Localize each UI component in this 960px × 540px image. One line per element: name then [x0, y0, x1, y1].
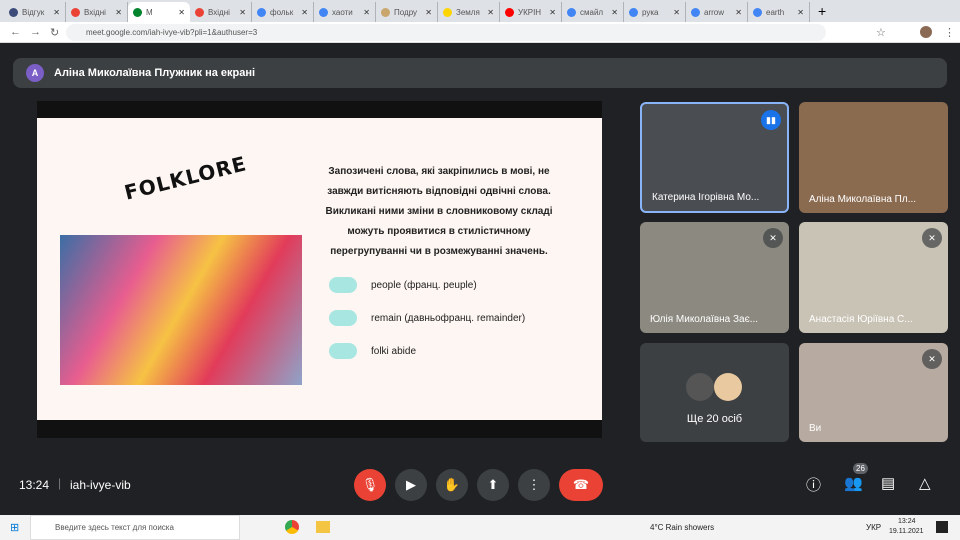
speaking-icon: ▮▮	[761, 110, 781, 130]
cloud-icon	[329, 343, 357, 359]
favicon-icon	[629, 7, 638, 17]
url-input[interactable]: meet.google.com/iah-ivye-vib?pli=1&authu…	[66, 24, 826, 41]
close-tab-icon[interactable]: ✕	[425, 8, 432, 17]
participant-count-badge: 26	[853, 463, 868, 474]
browser-tab[interactable]: смайл ✕	[562, 2, 624, 22]
browser-tab[interactable]: Земля ✕	[438, 2, 500, 22]
mic-off-icon: ✕	[922, 228, 942, 248]
tab-strip: Відгук ✕ Вхідні ✕ M ✕ Вхідні ✕ фольк ✕ хаоти ✕ Подру…	[0, 0, 960, 22]
people-icon[interactable]: 👥	[844, 474, 863, 492]
browser-tab[interactable]: УКРІН ✕	[500, 2, 562, 22]
favicon-icon	[505, 7, 514, 17]
cloud-icon	[329, 310, 357, 326]
info-icon[interactable]: ⓘ	[806, 474, 821, 495]
favicon-icon	[691, 7, 700, 17]
taskbar-search-input[interactable]: Введите здесь текст для поиска	[30, 515, 240, 540]
browser-tab[interactable]: arrow ✕	[686, 2, 748, 22]
profile-avatar[interactable]	[920, 26, 932, 38]
close-tab-icon[interactable]: ✕	[239, 8, 246, 17]
favicon-icon	[257, 7, 266, 17]
bullet: folki abide	[329, 343, 416, 359]
close-tab-icon[interactable]: ✕	[797, 8, 804, 17]
notifications-icon[interactable]	[936, 521, 948, 533]
close-tab-icon[interactable]: ✕	[549, 8, 556, 17]
bullet: people (франц. peuple)	[329, 277, 477, 293]
clock-date[interactable]: 19.11.2021	[889, 528, 924, 535]
self-tile[interactable]: ✕ Ви	[799, 343, 948, 442]
presentation-stage: FOLKLORE Запозичені слова, які закріпили…	[37, 101, 602, 438]
close-tab-icon[interactable]: ✕	[673, 8, 680, 17]
slide-paragraph: Запозичені слова, які закріпились в мові…	[325, 166, 553, 257]
language-indicator[interactable]: УКР	[866, 523, 881, 532]
faces-collage-image	[60, 235, 302, 385]
new-tab-button[interactable]: +	[810, 3, 834, 19]
participant-tile[interactable]: ▮▮ Катерина Ігорівна Мо...	[640, 102, 789, 213]
weather[interactable]: 4°C Rain showers	[650, 523, 714, 532]
camera-toggle-button[interactable]: ▶	[395, 469, 427, 501]
chat-icon[interactable]: ▤	[881, 474, 895, 492]
slide: FOLKLORE Запозичені слова, які закріпили…	[37, 118, 602, 420]
favicon-icon	[9, 7, 18, 17]
browser-tab[interactable]: Вхідні ✕	[66, 2, 128, 22]
activities-icon[interactable]: △	[919, 474, 931, 492]
forward-icon[interactable]: →	[30, 26, 41, 38]
mic-off-icon: ✕	[763, 228, 783, 248]
browser-tab[interactable]: Подру ✕	[376, 2, 438, 22]
close-tab-icon[interactable]: ✕	[487, 8, 494, 17]
presenter-banner: A Аліна Миколаївна Плужник на екрані	[13, 58, 947, 88]
avatar: A	[26, 64, 44, 82]
chrome-icon[interactable]	[285, 520, 299, 534]
menu-icon[interactable]: ⋮	[944, 26, 955, 39]
meet-controls: 13:24 | iah-ivye-vib 🎙 ▶ ✋ ⬆ ⋮ ☎ ⓘ 👥 26 …	[0, 460, 960, 510]
browser-tab[interactable]: рука ✕	[624, 2, 686, 22]
browser-tab[interactable]: Вхідні ✕	[190, 2, 252, 22]
browser-tab[interactable]: хаоти ✕	[314, 2, 376, 22]
favicon-icon	[753, 7, 762, 17]
more-options-button[interactable]: ⋮	[518, 469, 550, 501]
clock-time[interactable]: 13:24	[898, 518, 916, 525]
meeting-code: iah-ivye-vib	[70, 478, 131, 492]
participant-tile[interactable]: Аліна Миколаївна Пл...	[799, 102, 948, 213]
close-tab-icon[interactable]: ✕	[363, 8, 370, 17]
participant-tile[interactable]: ✕ Анастасія Юріївна С...	[799, 222, 948, 333]
favicon-icon	[319, 7, 328, 17]
browser-tab[interactable]: earth ✕	[748, 2, 810, 22]
avatar	[714, 373, 742, 401]
participant-tile[interactable]: ✕ Юлія Миколаївна Зає...	[640, 222, 789, 333]
windows-taskbar: ⊞ Введите здесь текст для поиска 4°C Rai…	[0, 515, 960, 540]
presenter-text: Аліна Миколаївна Плужник на екрані	[54, 67, 256, 79]
raise-hand-button[interactable]: ✋	[436, 469, 468, 501]
star-icon[interactable]: ☆	[876, 26, 886, 39]
cloud-icon	[329, 277, 357, 293]
close-tab-icon[interactable]: ✕	[115, 8, 122, 17]
favicon-icon	[195, 7, 204, 17]
present-button[interactable]: ⬆	[477, 469, 509, 501]
favicon-icon	[567, 7, 576, 17]
mic-off-icon: ✕	[922, 349, 942, 369]
avatar	[686, 373, 714, 401]
favicon-icon	[443, 7, 452, 17]
close-tab-icon[interactable]: ✕	[735, 8, 742, 17]
browser-tab[interactable]: фольк ✕	[252, 2, 314, 22]
close-tab-icon[interactable]: ✕	[53, 8, 60, 17]
close-tab-icon[interactable]: ✕	[301, 8, 308, 17]
meeting-time: 13:24	[19, 478, 50, 492]
close-tab-icon[interactable]: ✕	[178, 8, 185, 17]
browser-tab[interactable]: Відгук ✕	[4, 2, 66, 22]
back-icon[interactable]: ←	[10, 26, 21, 38]
favicon-icon	[71, 7, 80, 17]
favicon-icon	[133, 7, 142, 17]
address-bar-row: ← → ↻ meet.google.com/iah-ivye-vib?pli=1…	[0, 22, 960, 43]
slide-title: FOLKLORE	[121, 151, 250, 205]
browser-tab[interactable]: M ✕	[128, 2, 190, 22]
end-call-button[interactable]: ☎	[559, 469, 603, 501]
bullet: remain (давньофранц. remainder)	[329, 310, 525, 326]
file-explorer-icon[interactable]	[316, 521, 330, 533]
close-tab-icon[interactable]: ✕	[611, 8, 618, 17]
mic-toggle-button[interactable]: 🎙	[354, 469, 386, 501]
windows-start-icon[interactable]: ⊞	[10, 521, 19, 534]
more-participants-tile[interactable]: Ще 20 осіб	[640, 343, 789, 442]
favicon-icon	[381, 7, 390, 17]
reload-icon[interactable]: ↻	[50, 26, 59, 39]
